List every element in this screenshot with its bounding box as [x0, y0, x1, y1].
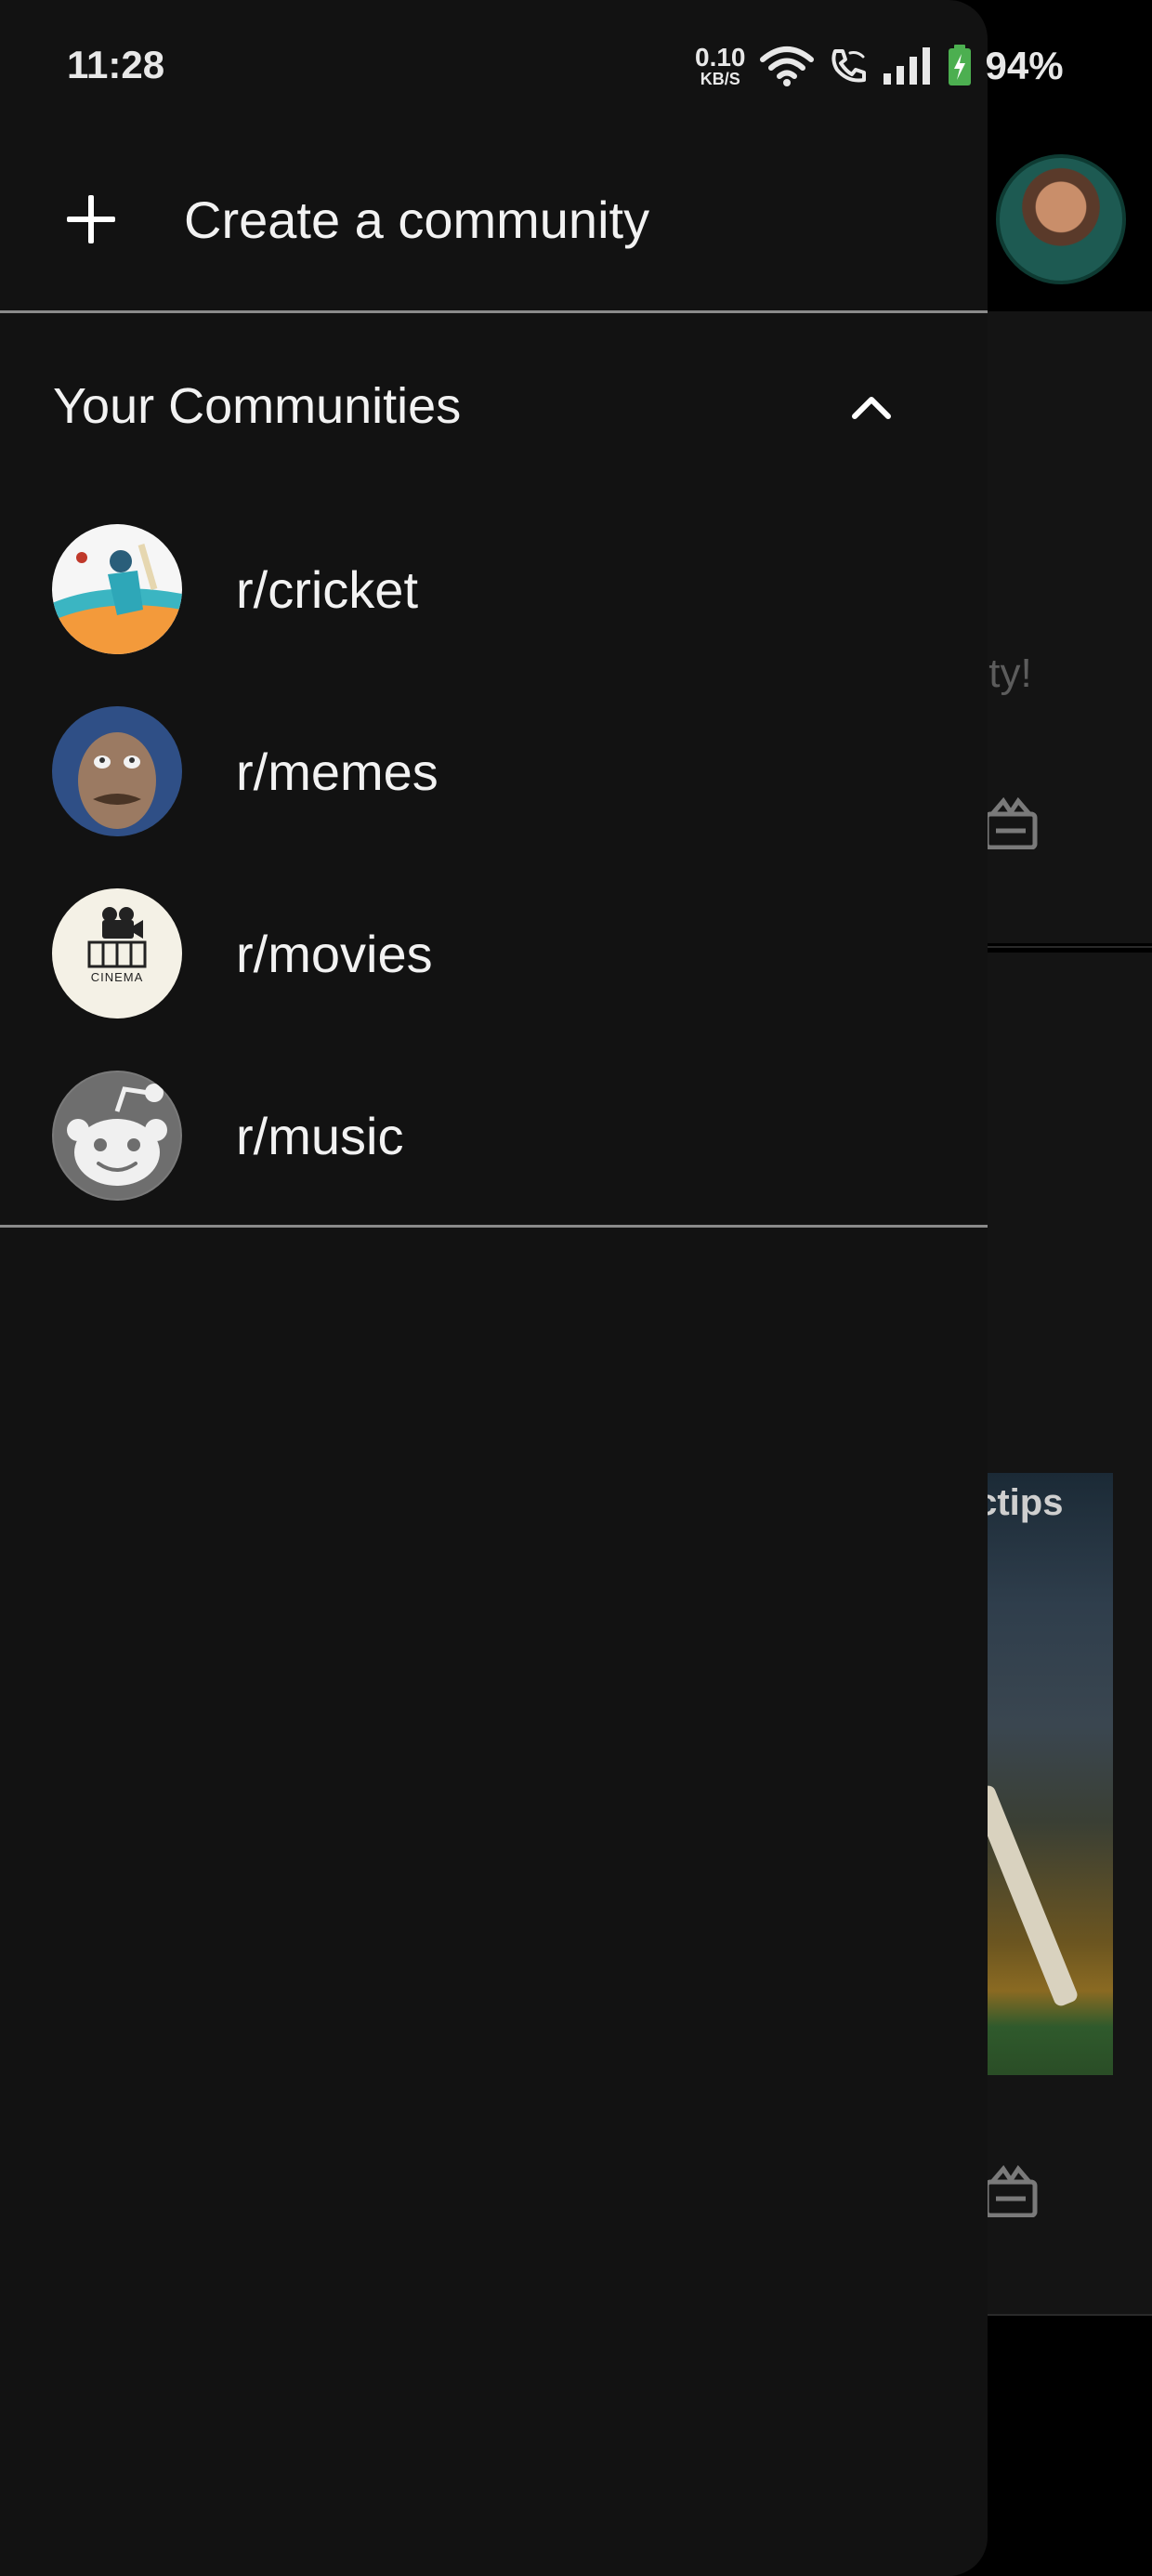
create-community-button[interactable]: Create a community: [0, 156, 988, 281]
community-label: r/cricket: [236, 560, 418, 619]
your-communities-header[interactable]: Your Communities: [0, 362, 988, 448]
status-icons: 0.10 KB/S 94%: [695, 39, 1064, 93]
community-label: r/memes: [236, 743, 439, 801]
community-drawer: Create a community Your Communities r/cr…: [0, 0, 988, 2576]
plus-icon: [65, 193, 117, 245]
cricket-avatar: [52, 524, 182, 654]
battery-charging-icon: [948, 45, 971, 85]
network-speed: 0.10 KB/S: [695, 43, 746, 88]
network-speed-unit: KB/S: [700, 70, 740, 88]
status-time: 11:28: [67, 43, 165, 86]
divider: [0, 1225, 988, 1228]
wifi-icon: [759, 46, 814, 86]
movies-avatar-text: CINEMA: [90, 970, 144, 984]
signal-icon: [883, 47, 930, 85]
section-title: Your Communities: [53, 378, 462, 434]
battery-percentage: 94%: [985, 44, 1064, 87]
memes-avatar: [52, 706, 182, 836]
user-avatar[interactable]: [996, 154, 1126, 284]
award-icon[interactable]: [983, 797, 1039, 849]
award-icon[interactable]: [983, 2165, 1039, 2217]
network-speed-value: 0.10: [695, 43, 746, 72]
divider: [0, 310, 988, 313]
community-label: r/movies: [236, 925, 433, 983]
community-item-music[interactable]: r/music: [0, 1065, 988, 1204]
reddit-snoo-avatar: [52, 1071, 182, 1201]
community-item-memes[interactable]: r/memes: [0, 701, 988, 840]
status-bar: 11:28 0.10 KB/S 94%: [0, 0, 1152, 139]
chevron-up-icon[interactable]: [845, 383, 897, 435]
community-label: r/music: [236, 1107, 404, 1165]
community-item-cricket[interactable]: r/cricket: [0, 519, 988, 658]
movies-avatar: CINEMA: [52, 888, 182, 1019]
community-item-movies[interactable]: CINEMA r/movies: [0, 883, 988, 1022]
create-community-label: Create a community: [184, 191, 650, 249]
wifi-call-icon: [831, 49, 866, 83]
